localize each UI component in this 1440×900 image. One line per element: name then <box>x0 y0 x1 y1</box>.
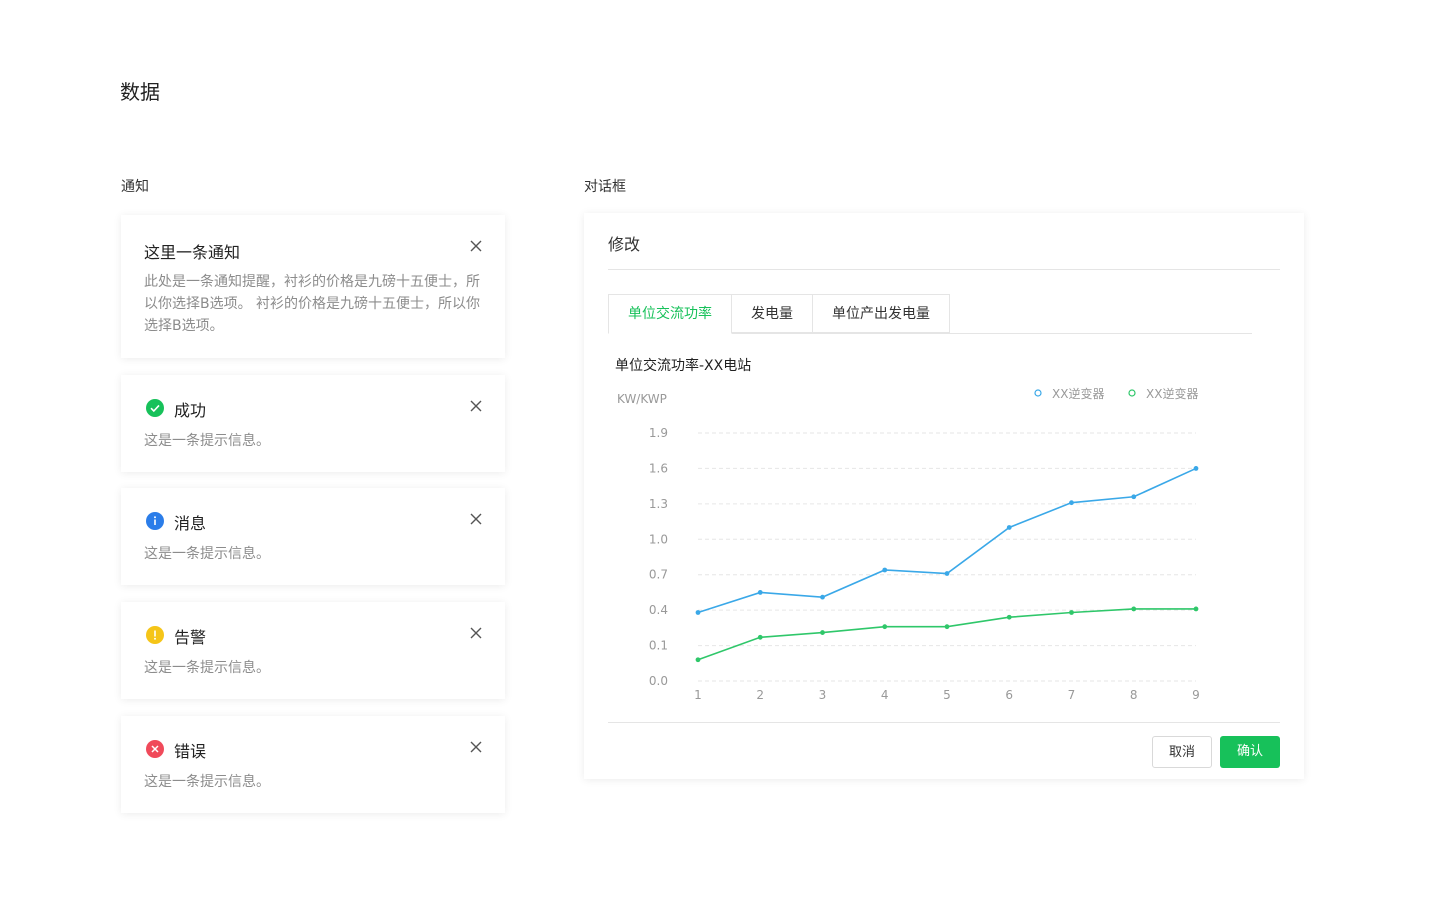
chart-grid <box>698 432 1196 682</box>
x-tick-label: 2 <box>756 688 764 702</box>
y-tick-label: 0.7 <box>649 568 668 582</box>
data-point <box>1193 606 1199 612</box>
data-point <box>944 624 950 630</box>
tab-unit-ac-power[interactable]: 单位交流功率 <box>608 294 732 334</box>
data-point <box>1131 606 1137 612</box>
y-tick-label: 1.6 <box>649 461 668 475</box>
tab-unit-output-generation[interactable]: 单位产出发电量 <box>812 294 950 333</box>
y-tick-label: 1.9 <box>649 426 668 440</box>
data-point <box>1193 466 1199 471</box>
data-point <box>944 571 950 576</box>
error-icon <box>146 740 164 758</box>
data-point <box>757 590 763 595</box>
dialog-section-title: 对话框 <box>584 179 626 195</box>
notification-title: 错误 <box>174 742 207 761</box>
data-point <box>695 610 701 615</box>
data-point <box>820 594 825 600</box>
chart-series <box>695 466 1199 663</box>
series-line <box>697 608 1196 661</box>
x-tick-label: 7 <box>1068 688 1076 702</box>
notification-card: 这里一条通知 此处是一条通知提醒，衬衫的价格是九磅十五便士，所以你选择B选项。 … <box>121 215 505 358</box>
notice-section-title: 通知 <box>121 179 149 195</box>
data-point <box>1006 614 1012 620</box>
line-chart: KW/KWP XX逆变器 XX逆变器 0.0 0.1 0.4 0.7 1.0 1.3 1.6 1… <box>617 386 1200 702</box>
cancel-button[interactable]: 取消 <box>1152 736 1212 768</box>
data-point <box>820 630 825 635</box>
legend-marker <box>1128 389 1136 397</box>
close-icon[interactable] <box>469 740 483 754</box>
data-point <box>1069 610 1074 615</box>
legend-label: XX逆变器 <box>1146 386 1198 401</box>
success-notification-card: 成功 这是一条提示信息。 <box>121 375 505 472</box>
y-tick-label: 1.3 <box>649 497 668 511</box>
data-point <box>1131 494 1137 500</box>
notification-title: 这里一条通知 <box>144 243 241 262</box>
error-notification-card: 错误 这是一条提示信息。 <box>121 716 505 813</box>
x-tick-label: 9 <box>1192 688 1200 702</box>
page-title: 数据 <box>120 80 160 104</box>
y-tick-label: 0.4 <box>649 603 668 617</box>
confirm-button[interactable]: 确认 <box>1220 736 1280 768</box>
success-check-icon <box>146 399 164 417</box>
tab-power-generation[interactable]: 发电量 <box>731 294 813 333</box>
warning-icon <box>146 626 164 644</box>
chart-legend: XX逆变器 XX逆变器 <box>1034 386 1198 401</box>
info-icon <box>146 512 164 530</box>
notification-title: 消息 <box>174 514 207 533</box>
close-icon[interactable] <box>469 512 483 526</box>
legend-label: XX逆变器 <box>1052 386 1104 401</box>
close-icon[interactable] <box>469 239 483 253</box>
notification-desc: 这是一条提示信息。 <box>144 660 270 676</box>
info-notification-card: 消息 这是一条提示信息。 <box>121 488 505 585</box>
edit-dialog: 修改 单位交流功率 发电量 单位产出发电量 单位交流功率-XX电站 KW/KWP… <box>584 213 1304 779</box>
data-point <box>695 657 701 663</box>
y-axis-label: KW/KWP <box>617 392 667 406</box>
series-line <box>697 467 1197 614</box>
notification-desc: 这是一条提示信息。 <box>144 774 270 790</box>
x-axis-ticks: 1 2 3 4 5 6 7 8 9 <box>694 688 1200 702</box>
x-tick-label: 8 <box>1130 688 1138 702</box>
dialog-header-divider <box>608 269 1280 270</box>
x-tick-label: 6 <box>1005 688 1013 702</box>
data-point <box>882 567 888 573</box>
notification-title: 成功 <box>174 401 207 420</box>
close-icon[interactable] <box>469 626 483 640</box>
x-tick-label: 3 <box>819 688 827 702</box>
data-point <box>1006 525 1012 530</box>
dialog-footer-divider <box>608 722 1280 723</box>
dialog-title: 修改 <box>608 235 641 254</box>
chart-title: 单位交流功率-XX电站 <box>615 358 752 374</box>
notification-desc: 此处是一条通知提醒，衬衫的价格是九磅十五便士，所以你选择B选项。 衬衫的价格是九… <box>144 274 481 334</box>
notification-desc: 这是一条提示信息。 <box>144 546 270 562</box>
close-icon[interactable] <box>469 399 483 413</box>
y-tick-label: 1.0 <box>649 532 668 546</box>
x-tick-label: 5 <box>943 688 951 702</box>
notification-title: 告警 <box>174 628 207 647</box>
y-tick-label: 0.1 <box>649 639 668 653</box>
y-axis-ticks: 0.0 0.1 0.4 0.7 1.0 1.3 1.6 1.9 <box>649 426 668 688</box>
warning-notification-card: 告警 这是一条提示信息。 <box>121 602 505 699</box>
y-tick-label: 0.0 <box>649 674 668 688</box>
data-point <box>1069 500 1074 506</box>
legend-marker <box>1034 389 1042 397</box>
data-point <box>882 624 888 630</box>
x-tick-label: 1 <box>694 688 702 702</box>
x-tick-label: 4 <box>881 688 889 702</box>
data-point <box>757 634 763 640</box>
notification-desc: 这是一条提示信息。 <box>144 433 270 449</box>
